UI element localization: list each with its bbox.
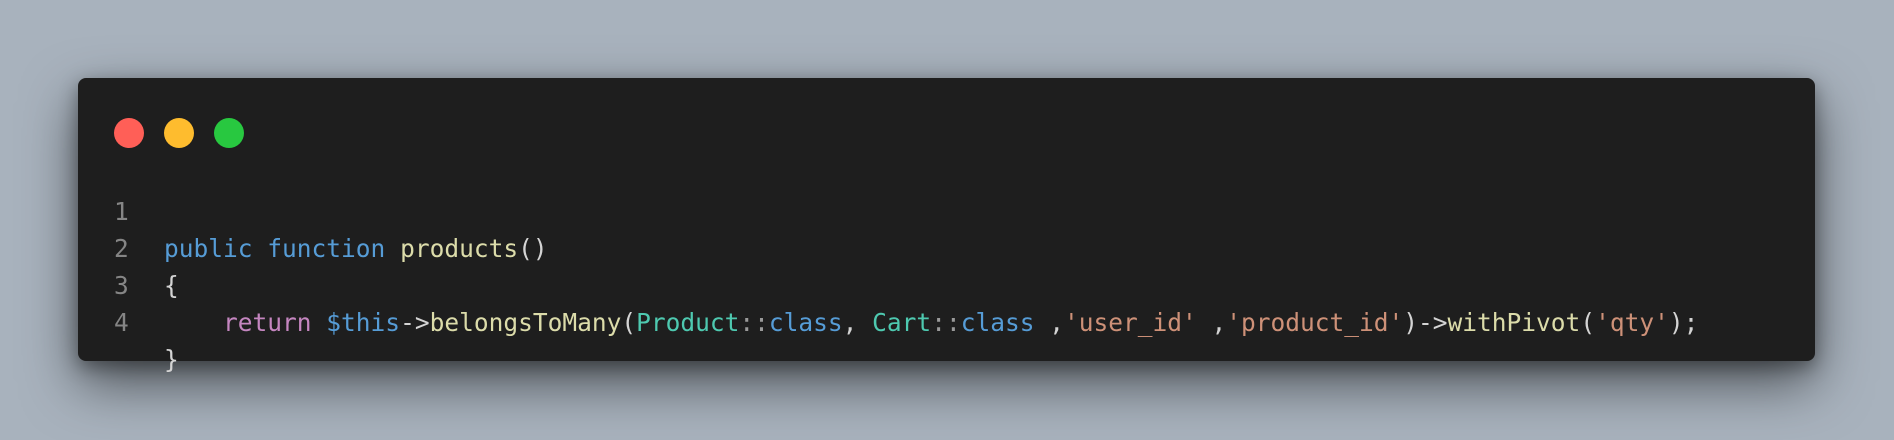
- string-qty: 'qty': [1595, 308, 1669, 337]
- comma: ,: [842, 308, 873, 337]
- code-line-3: 3 return $this->belongsToMany(Product::c…: [78, 230, 1698, 337]
- close-brace: }: [164, 345, 179, 374]
- function-name: products: [400, 234, 519, 263]
- string-product-id: 'product_id': [1226, 308, 1404, 337]
- open-paren: (: [621, 308, 637, 337]
- code-line-4: 4 }: [78, 267, 179, 374]
- keyword-public: public: [164, 234, 253, 263]
- variable-this: $this: [326, 308, 401, 337]
- close-paren-arrow: )->: [1403, 308, 1448, 337]
- minimize-dot-icon[interactable]: [164, 118, 194, 148]
- string-user-id: 'user_id': [1063, 308, 1197, 337]
- comma: ,: [1196, 308, 1227, 337]
- keyword-class: class: [768, 308, 843, 337]
- comma: ,: [1034, 308, 1064, 337]
- class-cart: Cart: [872, 308, 932, 337]
- line-source: public function products(): [164, 230, 548, 267]
- arrow-operator: ->: [400, 308, 430, 337]
- method-with-pivot: withPivot: [1447, 308, 1581, 337]
- keyword-class: class: [960, 308, 1035, 337]
- close-paren-semicolon: );: [1668, 308, 1699, 337]
- code-window: 1 public function products() 2 { 3 retur…: [78, 78, 1815, 374]
- line-number: 4: [114, 308, 129, 337]
- keyword-return: return: [223, 308, 312, 337]
- parentheses: (): [518, 234, 548, 263]
- line-source: return $this->belongsToMany(Product::cla…: [164, 304, 1698, 341]
- code-line-2: 2 {: [78, 193, 179, 300]
- maximize-dot-icon[interactable]: [214, 118, 244, 148]
- open-paren: (: [1580, 308, 1596, 337]
- scope-operator: ::: [931, 308, 961, 337]
- scope-operator: ::: [739, 308, 769, 337]
- method-belongs-to-many: belongsToMany: [429, 308, 622, 337]
- keyword-function: function: [267, 234, 386, 263]
- line-source: }: [164, 341, 179, 378]
- class-product: Product: [636, 308, 740, 337]
- code-line-1: 1 public function products(): [78, 156, 548, 263]
- close-dot-icon[interactable]: [114, 118, 144, 148]
